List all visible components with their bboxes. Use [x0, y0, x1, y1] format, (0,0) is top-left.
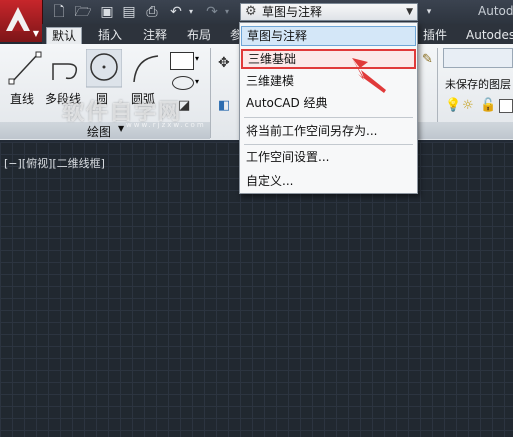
watermark-subtext: www.rjzxw.com	[126, 121, 206, 129]
polyline-tool-icon[interactable]	[48, 50, 84, 86]
application-menu-button[interactable]: ▼	[0, 0, 43, 42]
undo-dropdown-icon[interactable]: ▾	[182, 3, 200, 21]
tab-layout[interactable]: 布局	[182, 27, 216, 44]
line-tool-icon[interactable]	[8, 50, 44, 86]
window-title: Autode	[478, 4, 513, 18]
circle-tool-icon[interactable]	[86, 49, 122, 89]
workspace-selector[interactable]: ⚙ 草图与注释 ▼	[240, 3, 418, 21]
tab-annotate[interactable]: 注释	[138, 27, 172, 44]
gear-icon: ⚙	[245, 4, 257, 19]
workspace-selector-label: 草图与注释	[262, 5, 323, 19]
color-swatch-icon[interactable]	[499, 99, 513, 113]
save-as-icon[interactable]: ▤	[120, 3, 138, 21]
sun-icon[interactable]: ☼	[462, 98, 474, 113]
menu-item-save-workspace-as[interactable]: 将当前工作空间另存为...	[241, 121, 416, 141]
save-icon[interactable]: ▣	[98, 3, 116, 21]
menu-separator	[244, 117, 413, 118]
layer-state-dropdown[interactable]: 未保存的图层	[445, 76, 511, 92]
rectangle-tool-icon[interactable]	[170, 52, 194, 70]
tab-plugins[interactable]: 插件	[418, 27, 452, 44]
red-annotation-arrow-icon	[352, 58, 386, 93]
open-folder-icon[interactable]: 🗁	[74, 3, 92, 21]
redo-dropdown-icon[interactable]: ▾	[218, 3, 236, 21]
workspace-dropdown-menu: 草图与注释 三维基础 三维建模 AutoCAD 经典 将当前工作空间另存为...…	[239, 22, 418, 194]
menu-separator	[244, 144, 413, 145]
print-icon[interactable]: ⎙	[143, 3, 161, 21]
chevron-down-icon: ▼	[406, 7, 413, 17]
lock-icon[interactable]: 🔓	[480, 98, 496, 113]
tab-autodesk[interactable]: Autodesk	[461, 27, 513, 44]
lightbulb-icon[interactable]: 💡	[445, 98, 461, 113]
menu-item-autocad-classic[interactable]: AutoCAD 经典	[241, 93, 416, 113]
tab-default[interactable]: 默认	[46, 27, 83, 45]
customize-qat-icon[interactable]: ▾	[420, 3, 438, 21]
viewport-controls-label[interactable]: [−][俯视][二维线框]	[4, 155, 105, 171]
tab-insert[interactable]: 插入	[93, 27, 127, 44]
layer-icon-row[interactable]	[443, 48, 513, 68]
menu-item-customize[interactable]: 自定义...	[241, 171, 416, 191]
ellipse-tool-icon[interactable]	[172, 76, 194, 90]
move-tool-icon[interactable]: ✥	[218, 55, 230, 71]
rectangle-dropdown-icon[interactable]: ▾	[195, 54, 199, 63]
stretch-tool-icon[interactable]: ◧	[218, 98, 230, 113]
layer-properties-icon[interactable]: ✎	[422, 52, 433, 67]
new-file-icon[interactable]: 🗋	[50, 3, 68, 21]
line-tool-label[interactable]: 直线	[10, 90, 34, 107]
ellipse-dropdown-icon[interactable]: ▾	[195, 77, 199, 86]
arc-tool-icon[interactable]	[128, 50, 164, 86]
menu-item-drafting-annotation[interactable]: 草图与注释	[241, 26, 416, 46]
layers-panel-footer[interactable]	[418, 122, 513, 139]
caret-down-icon: ▼	[32, 29, 39, 38]
menu-item-workspace-settings[interactable]: 工作空间设置...	[241, 147, 416, 167]
